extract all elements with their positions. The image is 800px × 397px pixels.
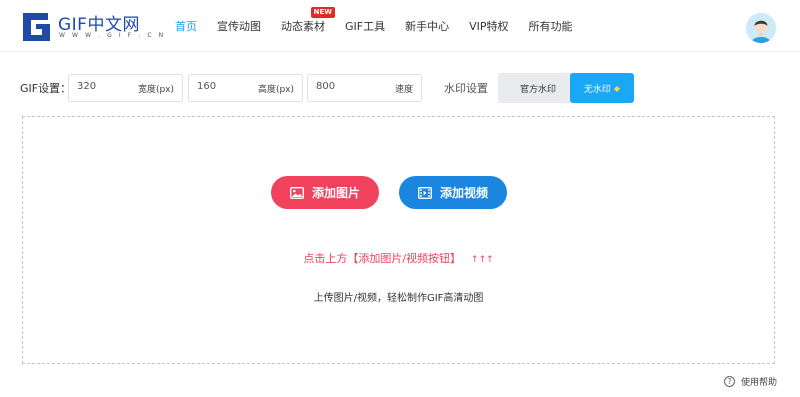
nav-item-home[interactable]: 首页 [175, 18, 197, 34]
help-label: 使用帮助 [741, 378, 778, 388]
upload-description: 上传图片/视频，轻松制作GIF高清动图 [313, 293, 484, 304]
up-arrows-icon: ↑↑↑ [471, 255, 494, 265]
user-avatar-icon [746, 13, 776, 43]
main-nav: 首页 宣传动图 动态素材 NEW GIF工具 新手中心 VIP特权 所有功能 [166, 0, 593, 52]
nav-item-all-features[interactable]: 所有功能 [529, 18, 573, 34]
new-badge: NEW [310, 7, 335, 18]
height-unit: 高度(px) [257, 85, 294, 95]
nav-item-promo-gif[interactable]: 宣传动图 [217, 18, 261, 34]
add-image-button[interactable]: 添加图片 [271, 176, 379, 209]
add-video-label: 添加视频 [439, 186, 488, 200]
speed-unit: 速度 [394, 85, 413, 95]
nav-item-beginner-center[interactable]: 新手中心 [405, 18, 449, 34]
nav-item-gif-tools[interactable]: GIF工具 [345, 18, 385, 34]
add-image-label: 添加图片 [311, 186, 360, 200]
diamond-icon: ◆ [613, 83, 621, 93]
gif-settings-label: GIF设置： [20, 82, 72, 95]
add-video-button[interactable]: 添加视频 [399, 176, 507, 209]
avatar[interactable] [746, 13, 776, 43]
watermark-settings-label: 水印设置 [444, 82, 488, 95]
official-watermark-button[interactable]: 官方水印 [498, 73, 578, 103]
help-link[interactable]: ? 使用帮助 [724, 375, 777, 388]
width-field[interactable]: 宽度(px) [68, 74, 183, 102]
header: GIF中文网 W W W . G I F . C N 首页 宣传动图 动态素材 … [0, 0, 800, 52]
logo-subtext: W W W . G I F . C N [59, 32, 166, 39]
logo[interactable]: GIF中文网 W W W . G I F . C N [20, 9, 163, 43]
logo-mark-icon [23, 13, 50, 41]
width-input[interactable] [77, 81, 137, 92]
video-icon [417, 186, 432, 199]
upload-hint-text: 点击上方【添加图片/视频按钮】 [303, 252, 462, 265]
speed-input[interactable] [316, 81, 376, 92]
height-field[interactable]: 高度(px) [188, 74, 303, 102]
question-icon: ? [724, 376, 735, 387]
no-watermark-button[interactable]: 无水印 ◆ [570, 73, 634, 103]
nav-item-dynamic-assets-label: 动态素材 [281, 20, 325, 33]
width-unit: 宽度(px) [137, 85, 174, 95]
nav-item-vip[interactable]: VIP特权 [469, 18, 508, 34]
nav-item-dynamic-assets[interactable]: 动态素材 NEW [281, 7, 335, 34]
height-input[interactable] [197, 81, 257, 92]
speed-field[interactable]: 速度 [307, 74, 422, 102]
image-icon [289, 186, 304, 199]
no-watermark-label: 无水印 [583, 84, 611, 95]
upload-hint: 点击上方【添加图片/视频按钮】 ↑↑↑ [23, 250, 774, 266]
upload-area[interactable]: 添加图片 添加视频 点击上方【添加图片/视频按钮】 ↑↑↑ 上传图片/视频，轻松制… [22, 116, 775, 364]
